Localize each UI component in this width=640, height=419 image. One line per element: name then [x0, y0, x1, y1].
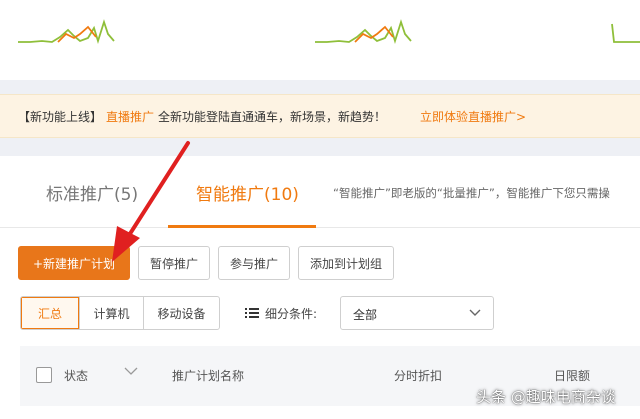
column-time-discount: 分时折扣	[394, 369, 443, 383]
device-filter: 汇总 计算机 移动设备	[20, 296, 220, 330]
banner-text: 全新功能登陆直通通车，新场景，新趋势！	[158, 109, 387, 124]
banner-highlight: 直播推广	[106, 109, 155, 124]
section-gap	[0, 80, 640, 94]
add-to-group-button[interactable]: 添加到计划组	[298, 246, 395, 280]
trend-sparkline	[18, 19, 115, 45]
chevron-down-icon	[469, 309, 481, 316]
column-status: 状态	[64, 369, 89, 383]
promo-tabs: 标准推广(5) 智能推广(10) “智能推广”即老版的“批量推广”，智能推广下您…	[0, 156, 640, 228]
device-option-mobile[interactable]: 移动设备	[143, 297, 219, 329]
join-button[interactable]: 参与推广	[218, 246, 291, 280]
tab-smart[interactable]: 智能推广(10)	[196, 180, 299, 205]
active-tab-indicator	[168, 225, 316, 228]
chevron-down-icon[interactable]	[124, 366, 138, 376]
announcement-banner: 【新功能上线】 直播推广 全新功能登陆直通通车，新场景，新趋势！ 立即体验直播推…	[0, 94, 640, 138]
trend-sparkline	[315, 19, 412, 45]
page: 【新功能上线】 直播推广 全新功能登陆直通通车，新场景，新趋势！ 立即体验直播推…	[0, 0, 640, 419]
pause-button[interactable]: 暂停推广	[138, 246, 211, 280]
new-plan-button[interactable]: +新建推广计划	[18, 246, 130, 280]
list-icon	[245, 308, 259, 318]
campaign-panel: 标准推广(5) 智能推广(10) “智能推广”即老版的“批量推广”，智能推广下您…	[0, 156, 640, 419]
live-promo-link[interactable]: 立即体验直播推广>	[420, 108, 526, 125]
tab-description: “智能推广”即老版的“批量推广”，智能推广下您只需操	[333, 186, 610, 200]
trend-strip	[0, 0, 640, 80]
column-plan-name: 推广计划名称	[172, 369, 245, 383]
device-option-computer[interactable]: 计算机	[79, 297, 143, 329]
banner-tag: 【新功能上线】	[18, 109, 103, 124]
segment-selected-value: 全部	[353, 308, 378, 322]
action-bar: +新建推广计划 暂停推广 参与推广 添加到计划组	[18, 246, 395, 280]
column-daily-limit: 日限额	[554, 369, 591, 383]
segment-label: 细分条件:	[265, 307, 318, 321]
device-option-summary[interactable]: 汇总	[21, 297, 79, 329]
tab-standard[interactable]: 标准推广(5)	[46, 180, 138, 205]
section-gap	[0, 138, 640, 156]
watermark: 头条 @趣味电商杂谈	[476, 388, 616, 406]
segment-select[interactable]: 全部	[340, 296, 494, 330]
select-all-checkbox[interactable]	[36, 367, 52, 383]
trend-sparkline	[611, 23, 640, 43]
